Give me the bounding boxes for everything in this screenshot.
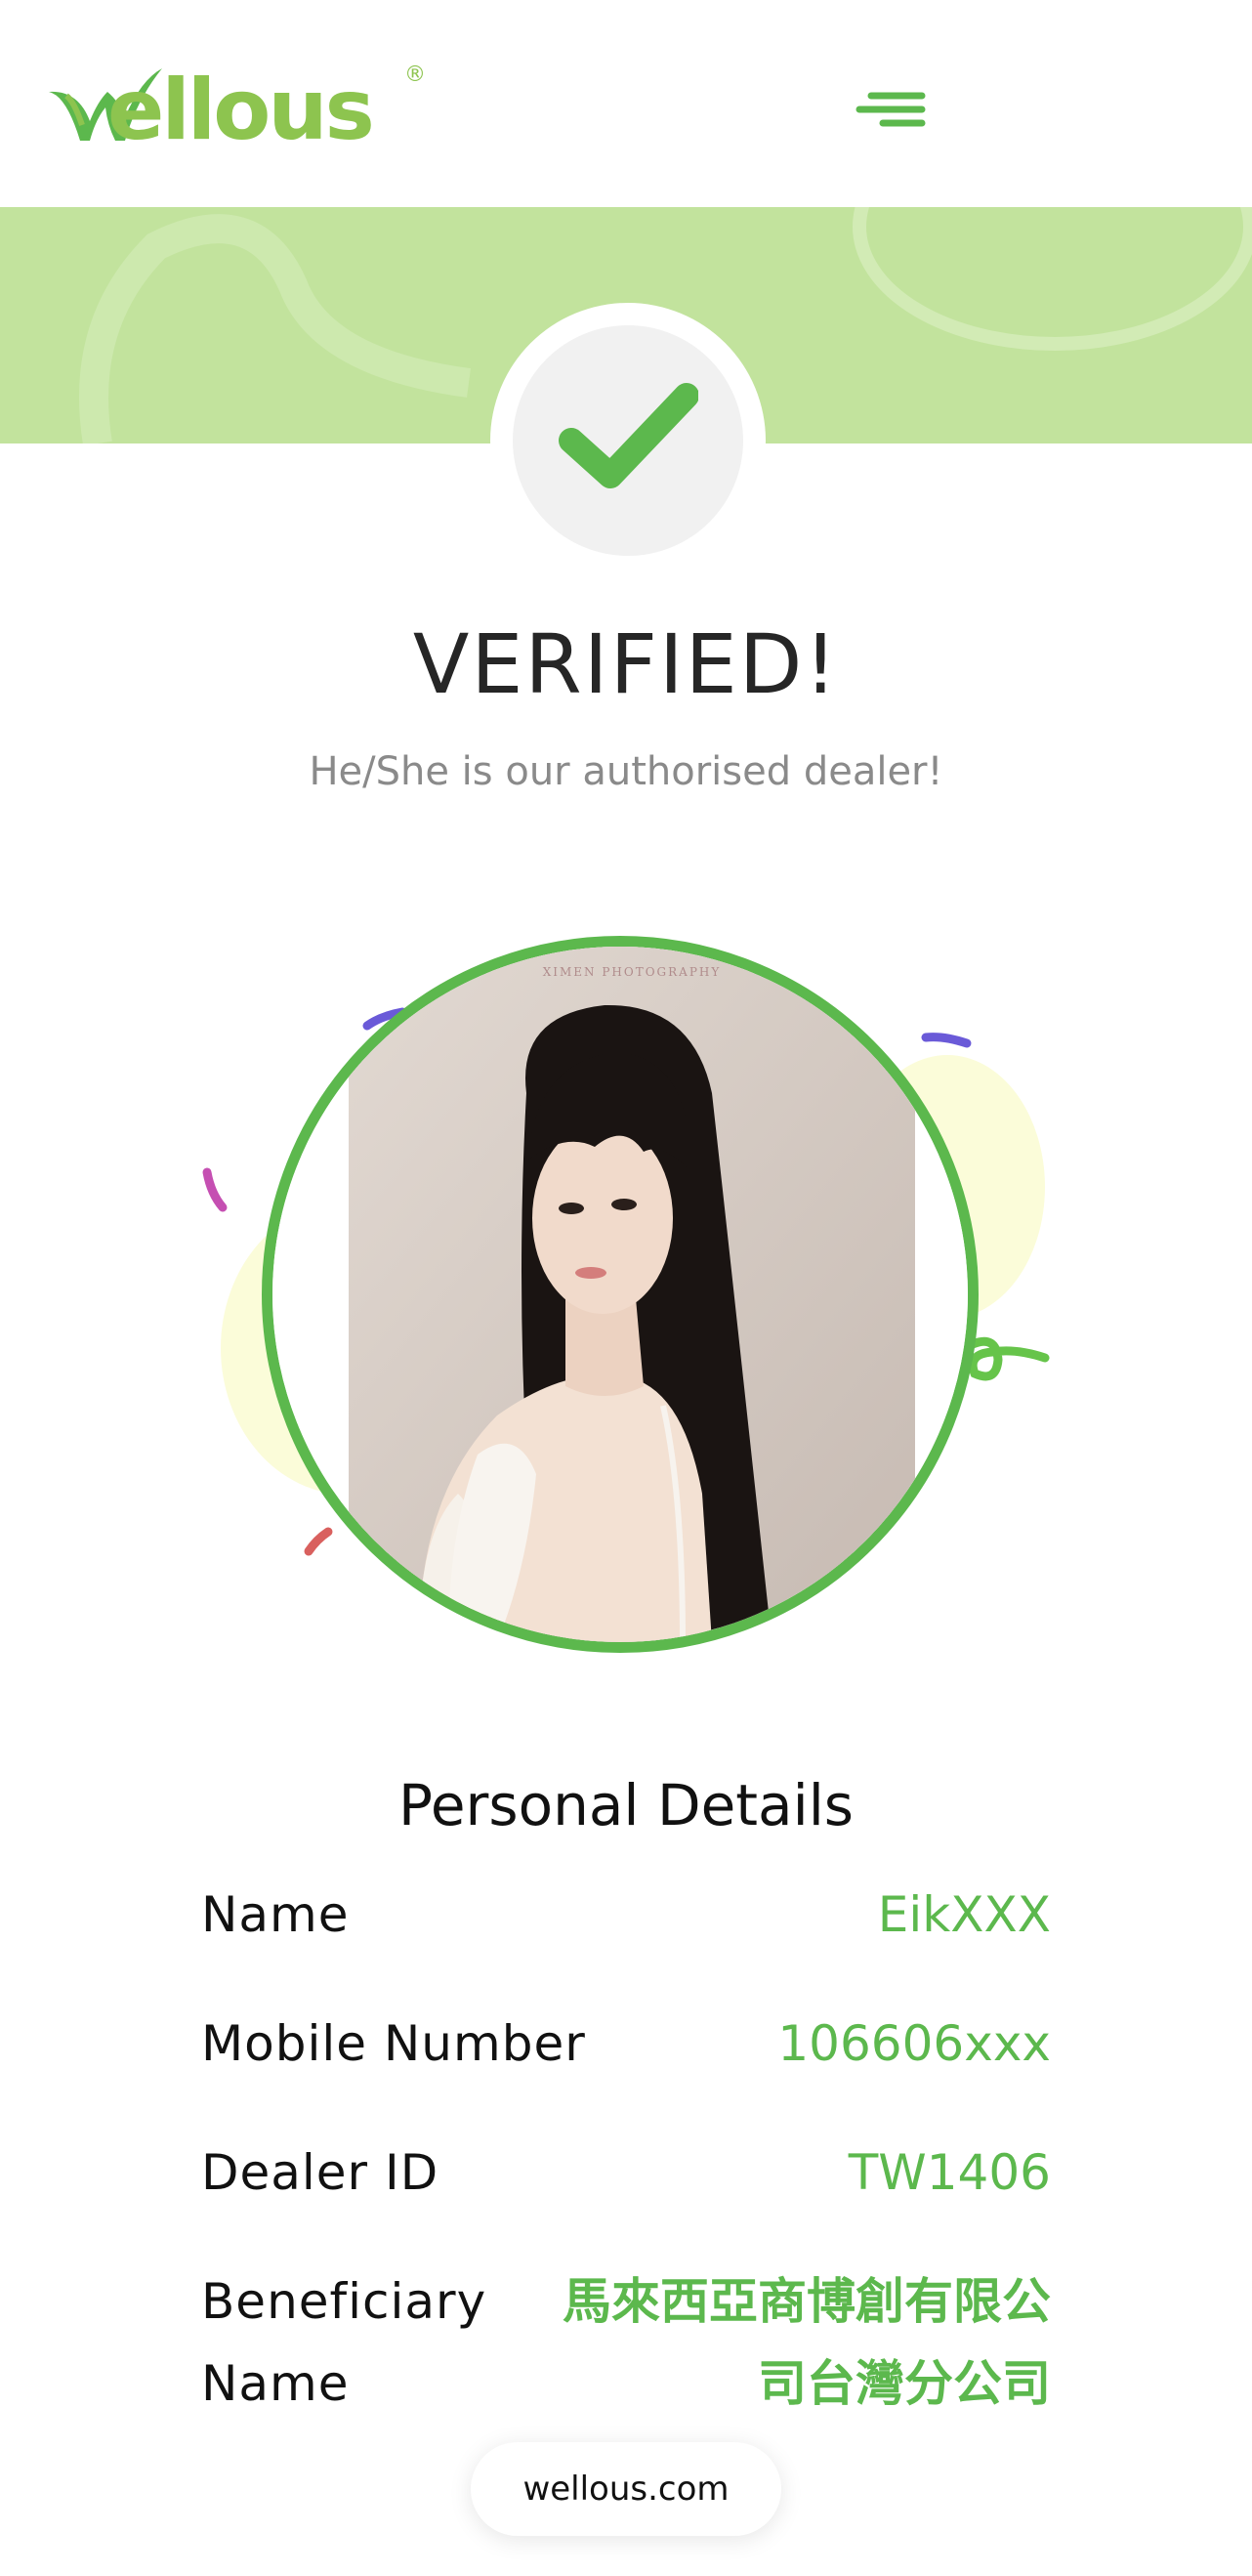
registered-mark: ® xyxy=(404,63,426,87)
name-value: EikXXX xyxy=(877,1886,1051,1943)
site-url-pill[interactable]: wellous.com xyxy=(471,2442,781,2536)
personal-details-title: Personal Details xyxy=(397,1772,855,1838)
beneficiary-name-value-line1: 馬來西亞商博創有限公 xyxy=(563,2273,1051,2330)
verification-page: ellous ® VERIFIED! He/She is our authori… xyxy=(0,0,1252,2576)
name-label: Name xyxy=(201,1886,350,1943)
verified-badge xyxy=(490,303,766,578)
hamburger-menu-icon xyxy=(856,92,926,127)
dealer-photo-area: XIMEN PHOTOGRAPHY xyxy=(186,918,1064,1680)
photo-watermark: XIMEN PHOTOGRAPHY xyxy=(543,965,722,979)
wellous-logo[interactable]: ellous ® xyxy=(47,55,438,162)
header: ellous ® xyxy=(0,0,1252,207)
beneficiary-name-label-line2: Name xyxy=(201,2355,350,2412)
logo-wordmark: ellous xyxy=(107,62,375,159)
verified-title: VERIFIED! xyxy=(412,616,840,712)
dealer-id-label: Dealer ID xyxy=(201,2144,439,2201)
beneficiary-name-value-line2: 司台灣分公司 xyxy=(758,2355,1051,2412)
portrait-image: XIMEN PHOTOGRAPHY xyxy=(272,947,968,1642)
mobile-number-label: Mobile Number xyxy=(201,2015,586,2072)
dealer-id-value: TW1406 xyxy=(848,2144,1051,2201)
checkmark-icon xyxy=(559,383,698,488)
verified-subtitle: He/She is our authorised dealer! xyxy=(309,749,943,794)
beneficiary-name-label-line1: Beneficiary xyxy=(201,2273,487,2330)
badge-inner-circle xyxy=(513,325,743,556)
menu-button[interactable] xyxy=(850,78,932,141)
dealer-photo: XIMEN PHOTOGRAPHY xyxy=(262,936,979,1653)
mobile-number-value: 106606xxx xyxy=(777,2015,1051,2072)
